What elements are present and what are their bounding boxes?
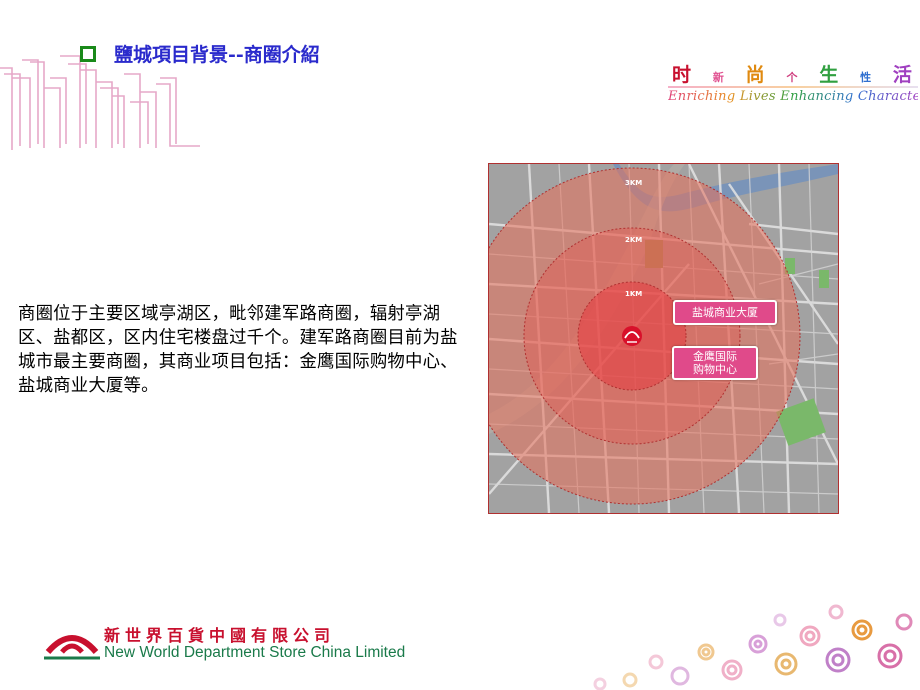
slogan-char: 活 bbox=[892, 64, 912, 86]
label-golden-eagle-center: 金鹰国际 购物中心 bbox=[672, 346, 758, 380]
slogan-char: 个 bbox=[786, 71, 798, 84]
map-graphic: 3KM 2KM 1KM bbox=[489, 164, 838, 513]
title-bullet-icon bbox=[80, 45, 96, 62]
trade-area-map: 3KM 2KM 1KM 盐城商业大厦 金鹰国际 购物中心 bbox=[488, 163, 839, 514]
decorative-swirls bbox=[593, 604, 913, 690]
label-yancheng-commercial-building: 盐城商业大厦 bbox=[673, 300, 777, 325]
slogan-char: 生 bbox=[819, 64, 839, 86]
ring-label-3km: 3KM bbox=[625, 179, 642, 187]
slogan-char: 性 bbox=[860, 71, 872, 84]
slogan-chinese: 时 新 尚 个 生 性 活 bbox=[668, 60, 918, 87]
ring-label-2km: 2KM bbox=[625, 236, 642, 244]
ring-label-1km: 1KM bbox=[625, 290, 642, 298]
label-line: 金鹰国际 bbox=[693, 350, 737, 363]
slogan-char: 尚 bbox=[745, 64, 765, 86]
company-name-chinese: 新世界百貨中國有限公司 bbox=[104, 626, 336, 645]
slogan-english: Enriching Lives Enhancing Character bbox=[668, 89, 920, 104]
body-paragraph: 商圈位于主要区域亭湖区，毗邻建军路商圈，辐射亭湖区、盐都区，区内住宅楼盘过千个。… bbox=[18, 304, 458, 396]
company-logo-icon bbox=[44, 635, 100, 660]
brand-slogan: 时 新 尚 个 生 性 活 Enriching Lives Enhancing … bbox=[668, 60, 920, 104]
header: 鹽城項目背景--商圈介紹 bbox=[80, 40, 320, 67]
slogan-char: 新 bbox=[712, 71, 724, 84]
label-line: 购物中心 bbox=[693, 363, 737, 376]
company-name-english: New World Department Store China Limited bbox=[104, 644, 406, 661]
page-title: 鹽城項目背景--商圈介紹 bbox=[114, 44, 320, 66]
slogan-char: 时 bbox=[672, 64, 692, 86]
slogan-divider bbox=[668, 86, 918, 88]
center-marker-icon bbox=[622, 326, 642, 346]
